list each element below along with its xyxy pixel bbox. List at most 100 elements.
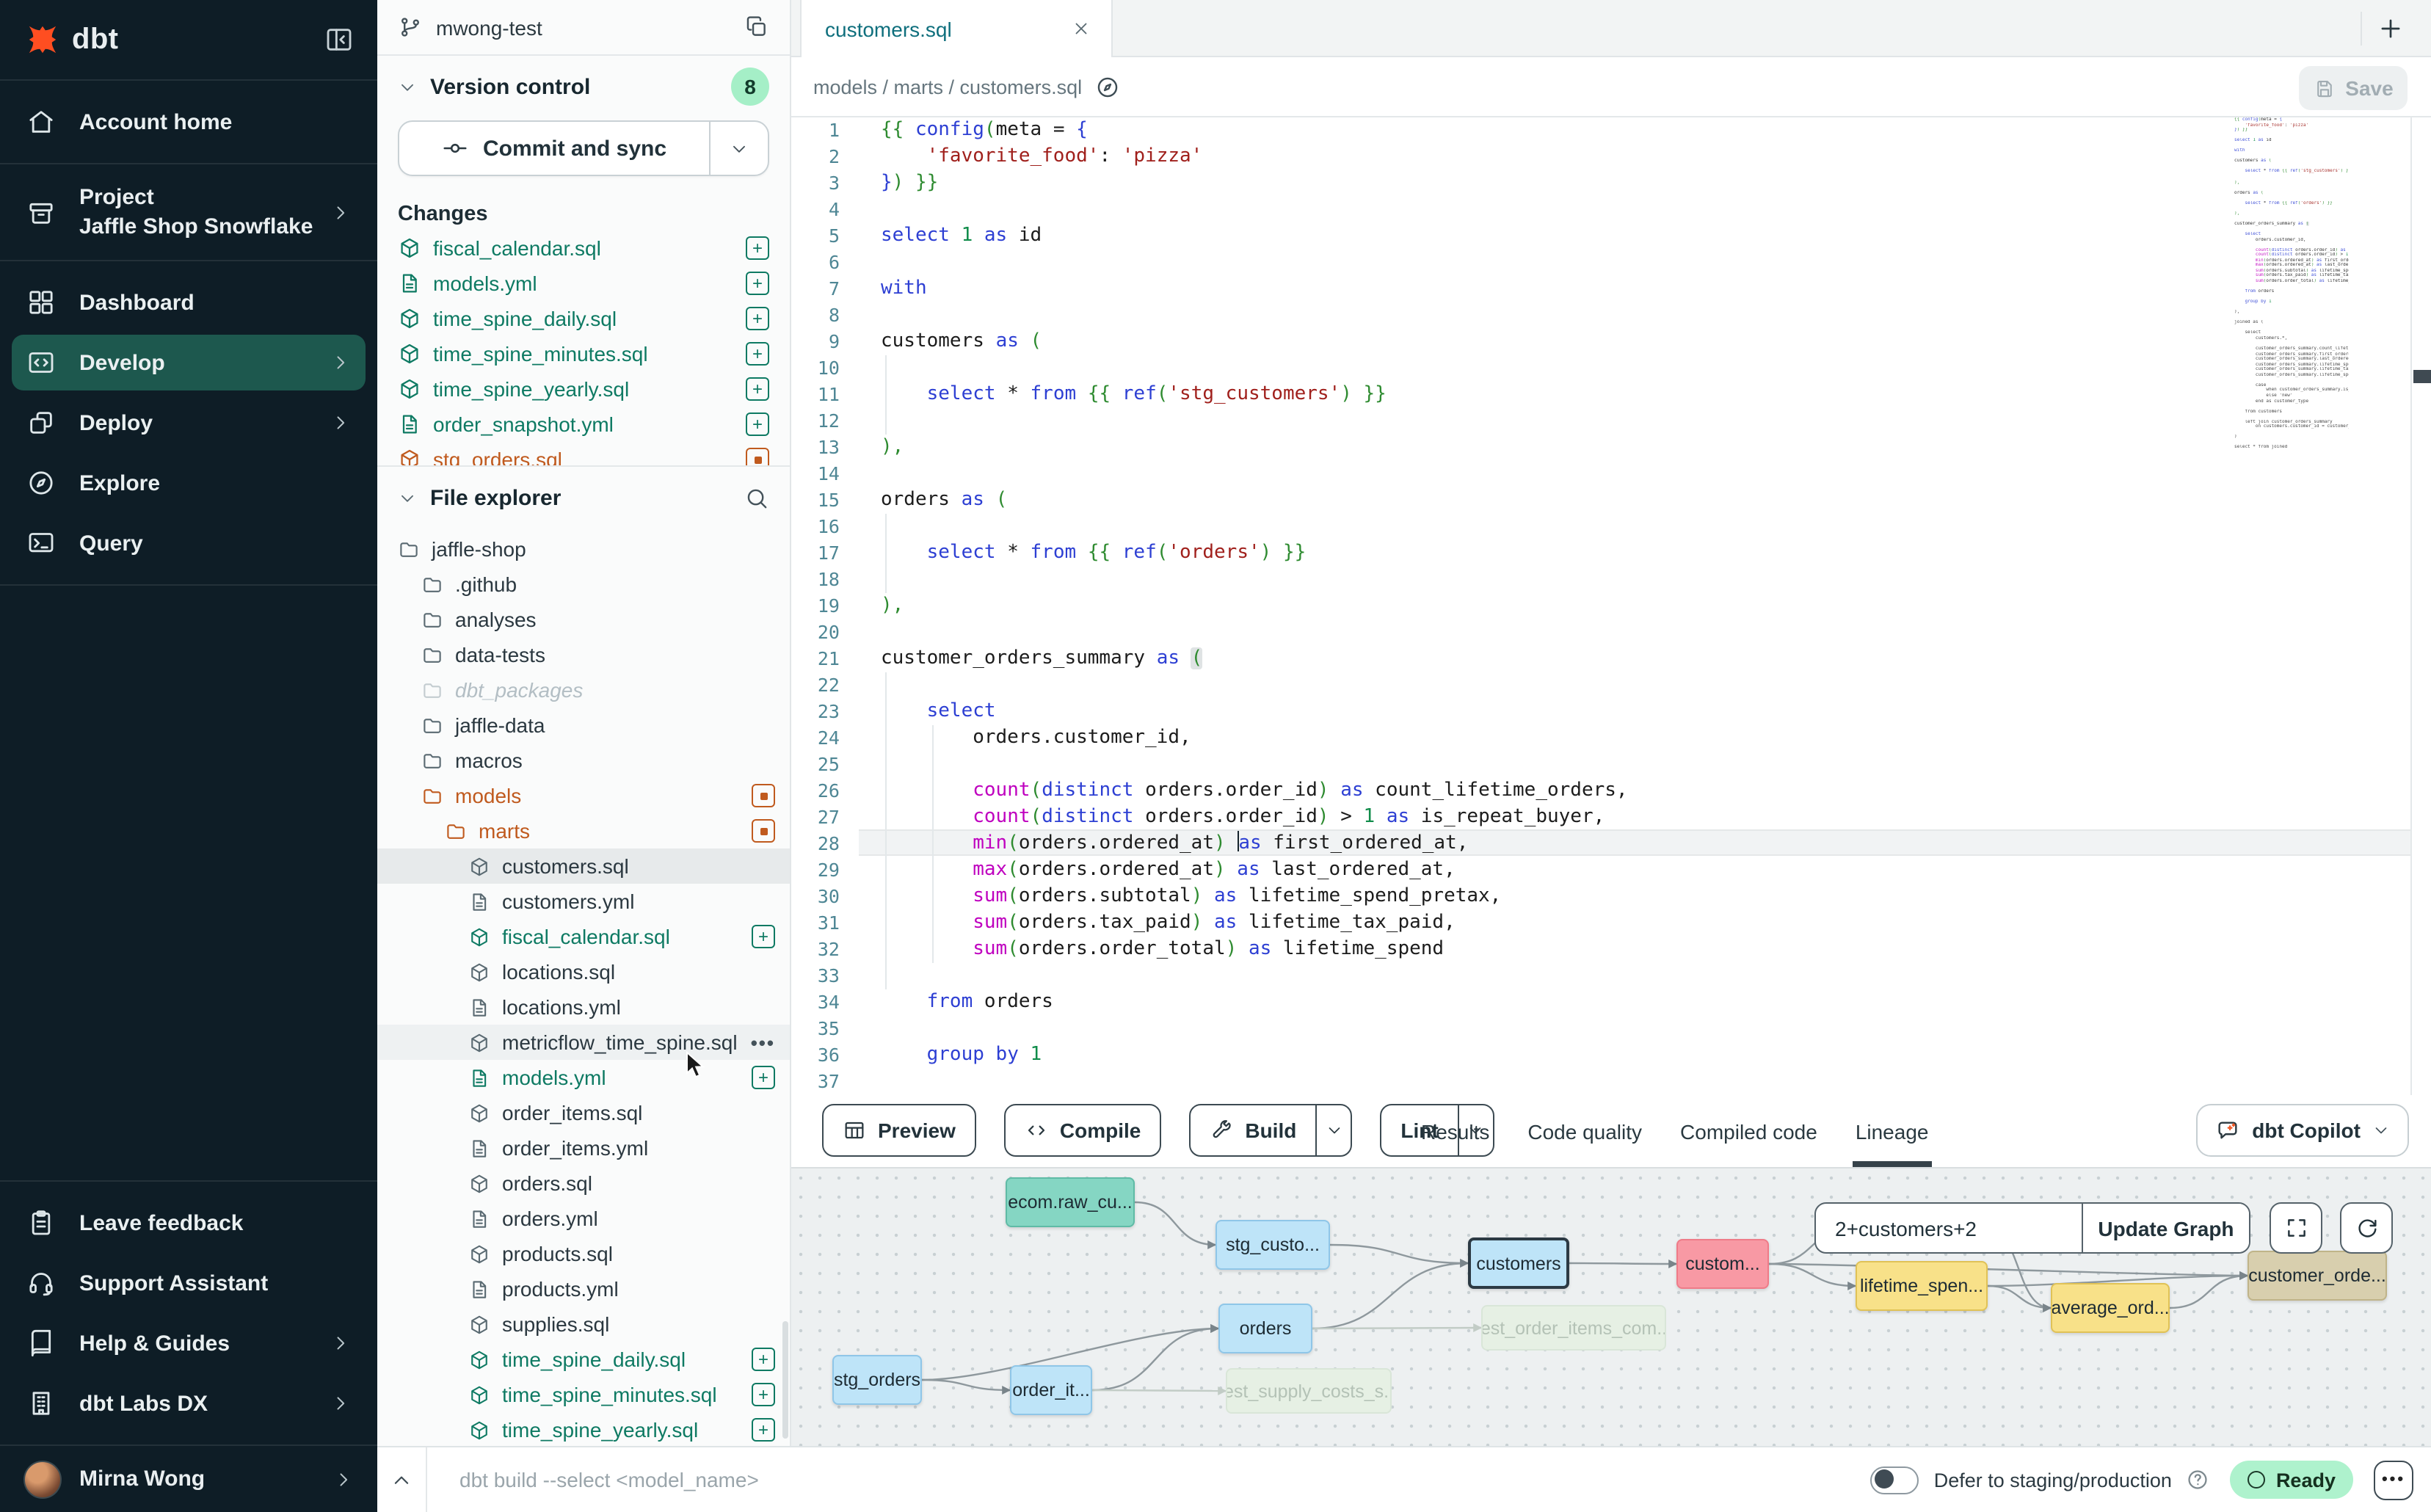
- lineage-selector-input[interactable]: [1816, 1204, 2082, 1252]
- lineage-node-average_order[interactable]: average_ord...: [2051, 1283, 2170, 1333]
- commit-and-sync-button[interactable]: Commit and sync: [398, 120, 769, 176]
- lineage-node-customers[interactable]: customers: [1468, 1237, 1569, 1289]
- tree-item-jaffle-shop[interactable]: jaffle-shop: [377, 531, 790, 567]
- sidebar-item-account-home[interactable]: Account home: [12, 94, 366, 150]
- lineage-node-test_order_items[interactable]: test_order_items_com...: [1481, 1305, 1666, 1351]
- editor-scrollbar-thumb[interactable]: [2413, 370, 2431, 383]
- changed-file-row[interactable]: order_snapshot.yml+: [377, 407, 790, 442]
- sidebar-item-dbt-labs-dx[interactable]: dbt Labs DX: [12, 1375, 366, 1431]
- stage-file-button[interactable]: +: [752, 1066, 775, 1089]
- tree-item-models-yml[interactable]: models.yml+: [377, 1060, 790, 1095]
- sidebar-item-help-guides[interactable]: Help & Guides: [12, 1315, 366, 1371]
- new-tab-icon[interactable]: [2377, 15, 2405, 43]
- copy-branch-icon[interactable]: [744, 15, 769, 40]
- changed-file-row[interactable]: time_spine_daily.sql+: [377, 301, 790, 336]
- tree-item-locations-sql[interactable]: locations.sql: [377, 954, 790, 989]
- lineage-node-customer_orders[interactable]: customer_orde...: [2248, 1251, 2387, 1301]
- changed-file-row[interactable]: time_spine_minutes.sql+: [377, 336, 790, 371]
- sidebar-item-deploy[interactable]: Deploy: [12, 395, 366, 451]
- build-button[interactable]: Build: [1189, 1104, 1352, 1157]
- tree-item-orders-sql[interactable]: orders.sql: [377, 1166, 790, 1201]
- tree-item-jaffle-data[interactable]: jaffle-data: [377, 708, 790, 743]
- tree-item-macros[interactable]: macros: [377, 743, 790, 778]
- tree-item-marts[interactable]: marts: [377, 813, 790, 848]
- sidebar-item-user[interactable]: Mirna Wong: [0, 1444, 377, 1512]
- lineage-node-ecom[interactable]: ecom.raw_cu...: [1006, 1177, 1135, 1227]
- tree-item-customers-yml[interactable]: customers.yml: [377, 884, 790, 919]
- lineage-node-order_items[interactable]: order_it...: [1010, 1365, 1092, 1415]
- code-editor[interactable]: 1234567891011121314151617181920212223242…: [791, 117, 2431, 1095]
- sidebar-item-leave-feedback[interactable]: Leave feedback: [12, 1195, 366, 1251]
- tree-item-order-items-sql[interactable]: order_items.sql: [377, 1095, 790, 1130]
- stage-file-button[interactable]: +: [746, 412, 769, 436]
- refresh-button[interactable]: [2340, 1202, 2393, 1254]
- preview-button[interactable]: Preview: [822, 1104, 976, 1157]
- tab-results[interactable]: Results: [1418, 1095, 1492, 1167]
- dbt-copilot-button[interactable]: dbt Copilot: [2196, 1104, 2409, 1157]
- changed-file-row[interactable]: fiscal_calendar.sql+: [377, 230, 790, 266]
- tree-item-models[interactable]: models: [377, 778, 790, 813]
- tree-item-orders-yml[interactable]: orders.yml: [377, 1201, 790, 1236]
- build-options-chevron[interactable]: [1315, 1105, 1351, 1155]
- stage-file-button[interactable]: +: [746, 377, 769, 401]
- defer-toggle[interactable]: [1871, 1466, 1919, 1494]
- changed-file-row[interactable]: time_spine_yearly.sql+: [377, 371, 790, 407]
- expand-command-bar-button[interactable]: [377, 1447, 427, 1512]
- help-icon[interactable]: [2187, 1468, 2210, 1491]
- sidebar-item-develop[interactable]: Develop: [12, 335, 366, 390]
- more-options-button[interactable]: •••: [2374, 1460, 2413, 1500]
- collapse-sidebar-icon[interactable]: [324, 25, 354, 54]
- commit-options-chevron[interactable]: [709, 122, 768, 175]
- stage-file-button[interactable]: +: [746, 236, 769, 260]
- tree-item-time-spine-yearly-sql[interactable]: time_spine_yearly.sql+: [377, 1412, 790, 1446]
- changed-file-row[interactable]: stg_orders.sql: [377, 442, 790, 465]
- stage-file-button[interactable]: +: [752, 1383, 775, 1406]
- tree-item-time-spine-daily-sql[interactable]: time_spine_daily.sql+: [377, 1342, 790, 1377]
- tree-item-fiscal-calendar-sql[interactable]: fiscal_calendar.sql+: [377, 919, 790, 954]
- docs-compass-icon[interactable]: [1095, 74, 1120, 99]
- minimap[interactable]: {{ config(meta = { 'favorite_food': 'piz…: [2234, 117, 2349, 451]
- lineage-node-stg_orders[interactable]: stg_orders: [832, 1355, 922, 1405]
- file-explorer-header[interactable]: File explorer: [377, 467, 790, 528]
- close-icon[interactable]: [1072, 19, 1091, 38]
- tree-item-metricflow-time-spine-sql[interactable]: metricflow_time_spine.sql•••: [377, 1025, 790, 1060]
- lineage-node-orders[interactable]: orders: [1218, 1304, 1312, 1353]
- stage-file-button[interactable]: +: [752, 1348, 775, 1371]
- stage-file-button[interactable]: +: [746, 307, 769, 330]
- tree-item-dbt-packages[interactable]: dbt_packages: [377, 672, 790, 708]
- fullscreen-button[interactable]: [2270, 1202, 2322, 1254]
- sidebar-item-dashboard[interactable]: Dashboard: [12, 275, 366, 330]
- changed-file-row[interactable]: models.yml+: [377, 266, 790, 301]
- modified-badge[interactable]: [752, 784, 775, 807]
- update-graph-button[interactable]: Update Graph: [2082, 1204, 2249, 1252]
- modified-badge[interactable]: [746, 448, 769, 465]
- lineage-node-lifetime_spend[interactable]: lifetime_spen...: [1856, 1261, 1988, 1311]
- tab-code-quality[interactable]: Code quality: [1525, 1095, 1645, 1167]
- stage-file-button[interactable]: +: [746, 272, 769, 295]
- sidebar-item-project[interactable]: Project Jaffle Shop Snowflake: [12, 185, 366, 239]
- tree-item--github[interactable]: .github: [377, 567, 790, 602]
- lineage-node-test_supply[interactable]: test_supply_costs_s...: [1226, 1368, 1392, 1414]
- row-menu-icon[interactable]: •••: [751, 1031, 775, 1053]
- sidebar-item-query[interactable]: Query: [12, 515, 366, 571]
- tab-lineage[interactable]: Lineage: [1853, 1095, 1932, 1167]
- stage-file-button[interactable]: +: [752, 925, 775, 948]
- search-icon[interactable]: [744, 485, 769, 510]
- lineage-node-custom[interactable]: custom...: [1676, 1239, 1769, 1289]
- dbt-command-input[interactable]: [427, 1447, 1871, 1512]
- tree-item-supplies-sql[interactable]: supplies.sql: [377, 1306, 790, 1342]
- sidebar-item-support-assistant[interactable]: Support Assistant: [12, 1255, 366, 1311]
- modified-badge[interactable]: [752, 819, 775, 843]
- save-button[interactable]: Save: [2299, 66, 2408, 110]
- tree-item-locations-yml[interactable]: locations.yml: [377, 989, 790, 1025]
- tree-item-products-yml[interactable]: products.yml: [377, 1271, 790, 1306]
- tab-customers-sql[interactable]: customers.sql: [800, 0, 1113, 57]
- tree-item-analyses[interactable]: analyses: [377, 602, 790, 637]
- sidebar-item-explore[interactable]: Explore: [12, 455, 366, 511]
- tree-item-data-tests[interactable]: data-tests: [377, 637, 790, 672]
- stage-file-button[interactable]: +: [752, 1418, 775, 1442]
- tree-item-time-spine-minutes-sql[interactable]: time_spine_minutes.sql+: [377, 1377, 790, 1412]
- tree-item-order-items-yml[interactable]: order_items.yml: [377, 1130, 790, 1166]
- tree-item-products-sql[interactable]: products.sql: [377, 1236, 790, 1271]
- compile-button[interactable]: Compile: [1004, 1104, 1161, 1157]
